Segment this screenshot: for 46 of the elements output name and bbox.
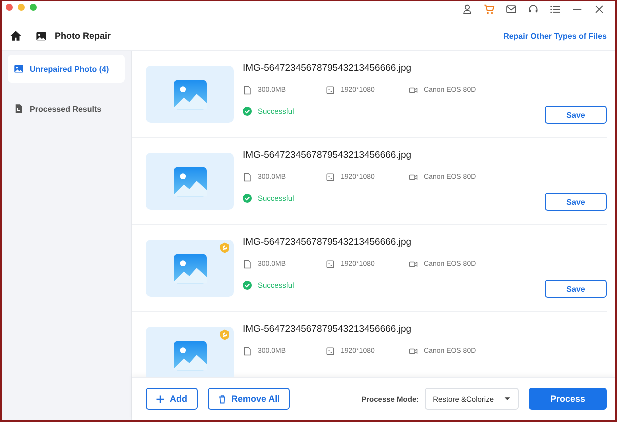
close-icon[interactable] bbox=[594, 4, 605, 15]
camera-icon bbox=[409, 173, 418, 182]
caret-icon bbox=[504, 397, 511, 401]
camera-icon bbox=[409, 260, 418, 269]
file-name: IMG-5647234567879543213456666.jpg bbox=[243, 63, 413, 74]
repair-other-files-link[interactable]: Repair Other Types of Files bbox=[504, 32, 607, 40]
resolution-icon bbox=[326, 260, 335, 269]
add-button[interactable]: Add bbox=[146, 388, 198, 410]
image-icon bbox=[36, 30, 47, 42]
trash-icon bbox=[218, 394, 226, 404]
home-icon[interactable] bbox=[10, 30, 22, 42]
save-button[interactable]: Save bbox=[545, 106, 607, 124]
plus-icon bbox=[156, 394, 165, 404]
sidebar-item[interactable]: Processed Results bbox=[8, 95, 125, 123]
file-name: IMG-5647234567879543213456666.jpg bbox=[243, 237, 413, 248]
wrench-badge-icon bbox=[219, 242, 231, 254]
file-icon bbox=[243, 347, 252, 356]
camera-icon bbox=[409, 86, 418, 95]
image-icon bbox=[174, 254, 206, 284]
sidebar-item[interactable]: Unrepaired Photo (4) bbox=[8, 55, 125, 83]
file-icon bbox=[243, 86, 252, 95]
user-icon[interactable] bbox=[462, 4, 473, 15]
file-icon bbox=[243, 260, 252, 269]
wrench-badge-icon bbox=[219, 329, 231, 341]
resolution-icon bbox=[326, 347, 335, 356]
photo-icon bbox=[14, 64, 24, 74]
save-button[interactable]: Save bbox=[545, 280, 607, 298]
resolution-icon bbox=[326, 173, 335, 182]
image-icon bbox=[174, 340, 206, 370]
camera-icon bbox=[409, 347, 418, 356]
page-title: Photo Repair bbox=[55, 31, 112, 41]
cart-icon[interactable] bbox=[484, 4, 495, 15]
file-name: IMG-5647234567879543213456666.jpg bbox=[243, 150, 413, 161]
save-button[interactable]: Save bbox=[545, 193, 607, 211]
resolution-icon bbox=[326, 86, 335, 95]
remove-all-button[interactable]: Remove All bbox=[208, 388, 290, 410]
headset-icon[interactable] bbox=[528, 4, 539, 15]
document-icon bbox=[14, 104, 24, 114]
mail-icon[interactable] bbox=[506, 4, 517, 15]
menu-icon[interactable] bbox=[550, 4, 561, 15]
image-icon bbox=[174, 80, 206, 110]
process-button[interactable]: Process bbox=[529, 388, 607, 410]
image-icon bbox=[174, 166, 206, 196]
file-name: IMG-5647234567879543213456666.jpg bbox=[243, 324, 413, 335]
close-window-button[interactable] bbox=[6, 4, 13, 11]
file-icon bbox=[243, 173, 252, 182]
